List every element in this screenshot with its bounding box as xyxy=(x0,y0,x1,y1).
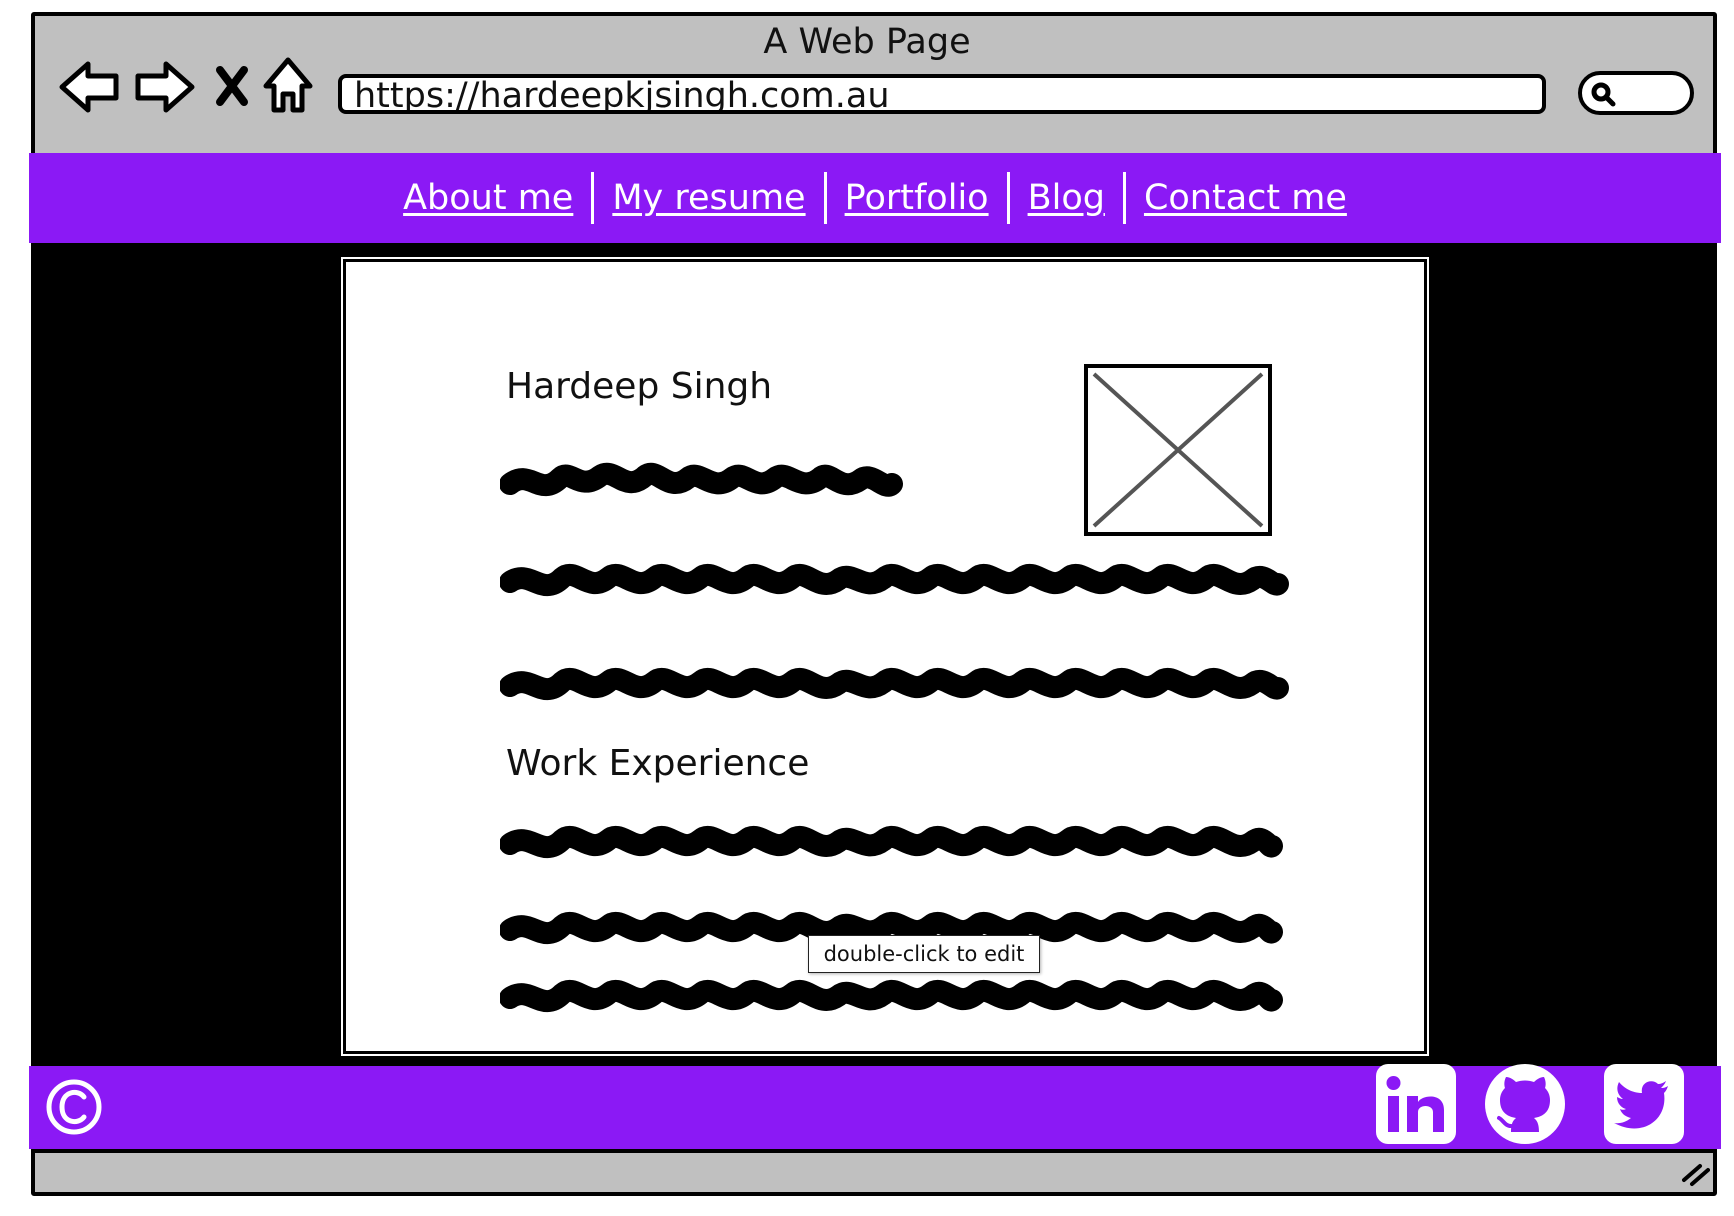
text-placeholder-line xyxy=(500,462,903,497)
close-icon[interactable] xyxy=(212,56,252,118)
browser-statusbar xyxy=(35,1153,1713,1192)
github-icon[interactable] xyxy=(1483,1062,1567,1146)
browser-search-box[interactable] xyxy=(1578,71,1694,115)
edit-tooltip: double-click to edit xyxy=(808,935,1040,973)
text-placeholder-line xyxy=(500,564,1289,597)
twitter-icon[interactable] xyxy=(1602,1062,1686,1146)
text-placeholder-line xyxy=(500,980,1283,1013)
nav-link-contact[interactable]: Contact me xyxy=(1126,178,1365,218)
url-bar[interactable]: https://hardeepkjsingh.com.au xyxy=(338,74,1546,114)
window-title: A Web Page xyxy=(763,22,971,62)
image-placeholder-icon xyxy=(1084,364,1272,536)
nav-link-resume[interactable]: My resume xyxy=(594,178,823,218)
back-arrow-icon[interactable] xyxy=(58,56,124,118)
site-nav: About me My resume Portfolio Blog Contac… xyxy=(29,153,1721,243)
resize-grip-icon[interactable] xyxy=(1680,1160,1710,1188)
nav-link-blog[interactable]: Blog xyxy=(1010,178,1123,218)
home-icon[interactable] xyxy=(262,56,314,118)
copyright-icon xyxy=(44,1077,104,1137)
search-icon xyxy=(1591,82,1616,107)
nav-link-about[interactable]: About me xyxy=(385,178,591,218)
linkedin-icon[interactable] xyxy=(1374,1062,1458,1146)
text-placeholder-line xyxy=(500,668,1289,701)
work-experience-heading: Work Experience xyxy=(506,743,810,784)
site-footer xyxy=(29,1066,1721,1149)
text-placeholder-line xyxy=(500,826,1283,859)
name-heading: Hardeep Singh xyxy=(506,366,773,407)
forward-arrow-icon[interactable] xyxy=(130,56,196,118)
nav-link-portfolio[interactable]: Portfolio xyxy=(827,178,1007,218)
